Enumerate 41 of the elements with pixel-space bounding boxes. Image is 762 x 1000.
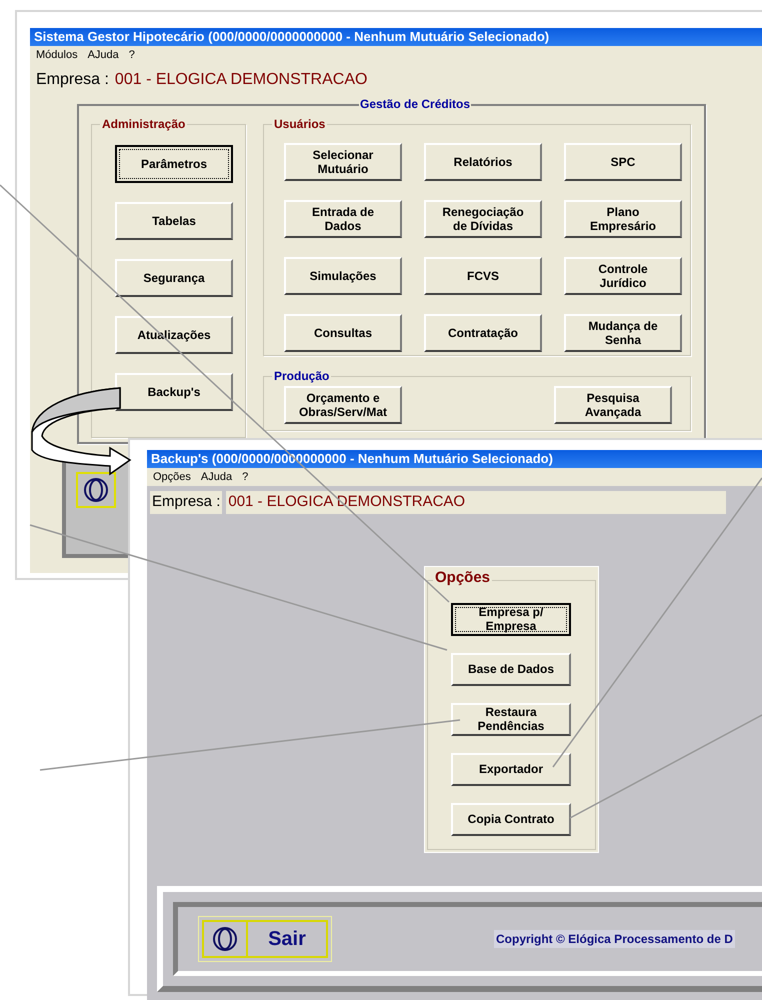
company-label: Empresa : bbox=[150, 491, 222, 514]
menu-button[interactable]: Pesquisa Avançada bbox=[554, 386, 672, 424]
menu-button[interactable]: FCVS bbox=[424, 257, 542, 295]
menu-button[interactable]: Renegociação de Dívidas bbox=[424, 200, 542, 238]
menu-button[interactable]: Consultas bbox=[284, 314, 402, 352]
group-title: Produção bbox=[272, 368, 332, 384]
menu-button[interactable]: Relatórios bbox=[424, 143, 542, 181]
menu-button[interactable]: Segurança bbox=[115, 259, 233, 297]
menu-button[interactable]: Base de Dados bbox=[451, 652, 571, 686]
menu-button[interactable]: Copia Contrato bbox=[451, 802, 571, 836]
menu-button[interactable]: Plano Empresário bbox=[564, 200, 682, 238]
company-label: Empresa : bbox=[36, 70, 109, 90]
logo-icon bbox=[212, 926, 238, 952]
menu-button[interactable]: Selecionar Mutuário bbox=[284, 143, 402, 181]
copyright-text: Copyright © Elógica Processamento de D bbox=[494, 930, 735, 948]
menu-button[interactable]: Parâmetros bbox=[115, 145, 233, 183]
menu-button[interactable]: Backup's bbox=[115, 373, 233, 411]
menu-button[interactable]: Entrada de Dados bbox=[284, 200, 402, 238]
window-title: Sistema Gestor Hipotecário (000/0000/0000000000 - Nenhum Mutuário Selecionado) bbox=[34, 28, 550, 46]
company-value: 001 - ELOGICA DEMONSTRACAO bbox=[114, 70, 368, 90]
menu-button[interactable]: Empresa p/ Empresa bbox=[451, 602, 571, 636]
menu-button[interactable]: Contratação bbox=[424, 314, 542, 352]
menu-item[interactable]: AJuda bbox=[88, 46, 119, 64]
menu-button[interactable]: SPC bbox=[564, 143, 682, 181]
menu-item[interactable]: ? bbox=[128, 46, 135, 64]
menu-button[interactable]: Atualizações bbox=[115, 316, 233, 354]
menu-item[interactable]: Opções bbox=[153, 468, 191, 486]
group-title: Administração bbox=[100, 116, 188, 132]
menu-item[interactable]: ? bbox=[242, 468, 248, 486]
menu-button[interactable]: Restaura Pendências bbox=[451, 702, 571, 736]
company-value: 001 - ELOGICA DEMONSTRACAO bbox=[226, 491, 726, 514]
menu-button[interactable]: Orçamento e Obras/Serv/Mat bbox=[284, 386, 402, 424]
menu-button[interactable]: Simulações bbox=[284, 257, 402, 295]
menu-button[interactable]: Controle Jurídico bbox=[564, 257, 682, 295]
menu-item[interactable]: AJuda bbox=[200, 468, 232, 486]
menu-button[interactable]: Mudança de Senha bbox=[564, 314, 682, 352]
menu-button[interactable]: Tabelas bbox=[115, 202, 233, 240]
menu-button[interactable]: Exportador bbox=[451, 752, 571, 786]
menu-item[interactable]: Módulos bbox=[36, 46, 78, 64]
exit-button[interactable]: Sair bbox=[198, 916, 332, 962]
logo-icon bbox=[83, 477, 109, 503]
